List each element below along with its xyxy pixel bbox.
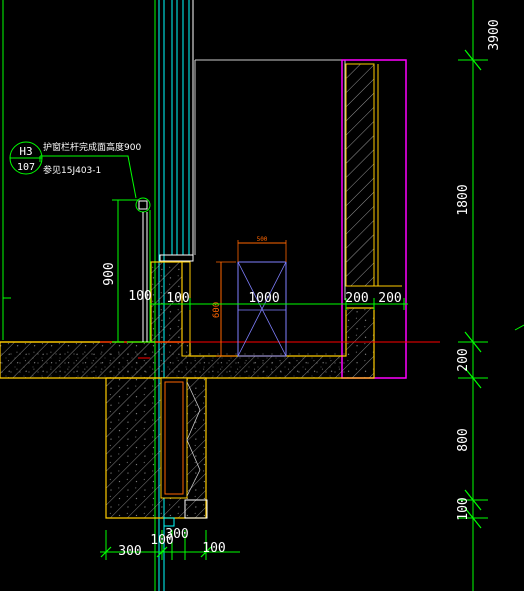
dim-left-900: 900 (102, 262, 117, 285)
dim-floor-1000: 1000 (248, 291, 279, 306)
detail-ref-bottom: 107 (17, 162, 35, 173)
section-drawing: 500 600 100 1000 200 200 900 100 H3 107 … (0, 0, 524, 591)
callout-note-line2: 参见15J403-1 (43, 164, 101, 176)
right-wall-hatch (345, 63, 375, 287)
dim-right-3900: 3900 (487, 19, 502, 50)
dim-left-100: 100 (128, 289, 151, 304)
dim-right-1800: 1800 (456, 184, 471, 215)
dim-bottom-300b: 300 (165, 527, 188, 542)
dim-bottom-100b: 100 (202, 541, 225, 556)
callout-note-line1: 护窗栏杆完成面高度900 (43, 141, 141, 153)
window-width-dim: 500 (257, 236, 268, 243)
dim-right-200: 200 (456, 348, 471, 371)
dim-bottom-300: 300 (118, 544, 141, 559)
beam (105, 377, 208, 519)
dim-floor-100: 100 (166, 291, 189, 306)
dim-floor-200a: 200 (345, 291, 368, 306)
dim-right-100: 100 (456, 497, 471, 520)
detail-ref-top: H3 (19, 145, 32, 158)
cad-canvas: 500 600 100 1000 200 200 900 100 H3 107 … (0, 0, 524, 591)
dim-right-800: 800 (456, 428, 471, 451)
dim-floor-200b: 200 (378, 291, 401, 306)
